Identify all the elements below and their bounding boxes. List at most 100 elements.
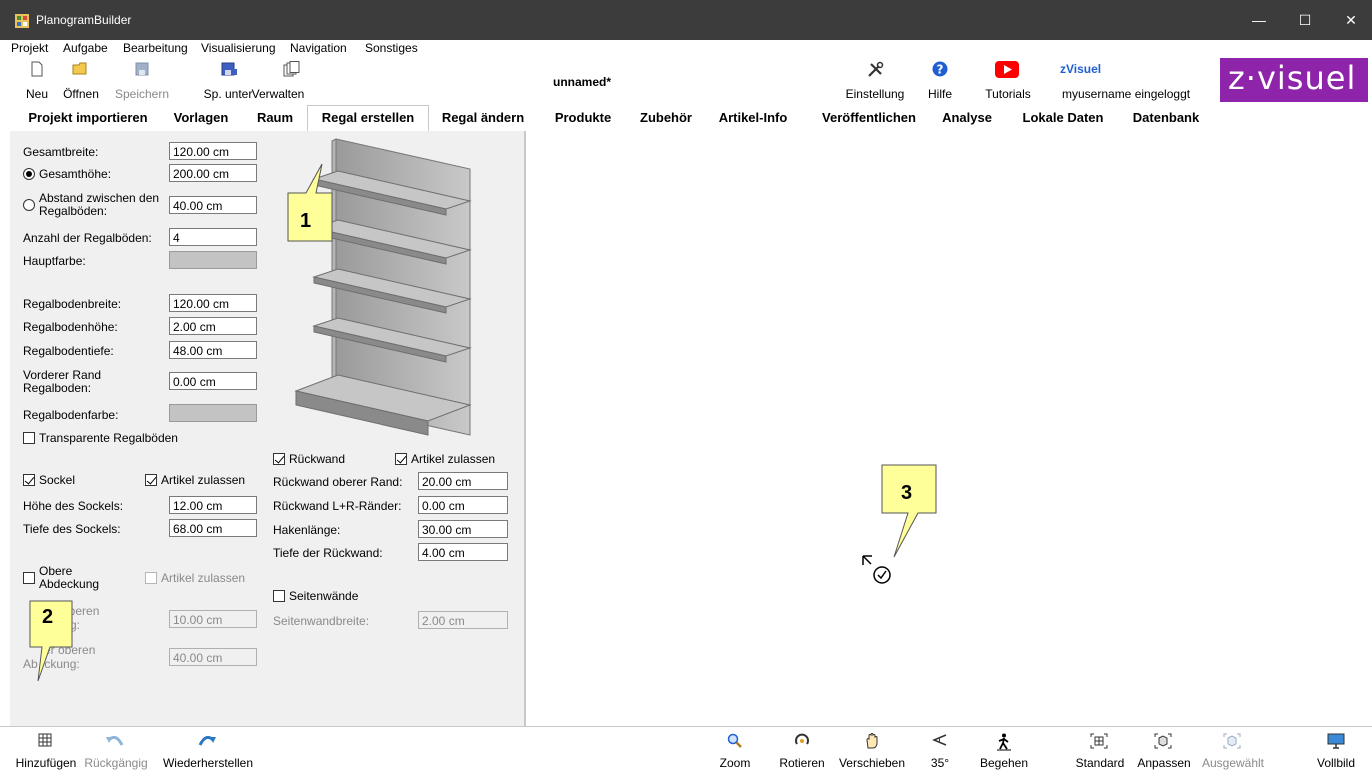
help-button[interactable]: ? Hilfe [920,57,960,103]
tab-analyse[interactable]: Analyse [937,107,997,129]
manage-label: Verwalten [251,87,305,101]
tab-projekt-importieren[interactable]: Projekt importieren [14,107,162,129]
base-checkbox[interactable] [23,474,35,486]
svg-text:?: ? [937,63,944,77]
tab-datenbank[interactable]: Datenbank [1126,107,1206,129]
main-color-swatch[interactable] [169,251,257,269]
project-name: unnamed* [553,75,612,89]
side-walls-checkbox[interactable] [273,590,285,602]
tab-regal-erstellen[interactable]: Regal erstellen [307,105,429,133]
fit-view-icon [1154,733,1172,749]
front-edge-input[interactable]: 0.00 cm [169,372,257,390]
menu-visualisierung[interactable]: Visualisierung [201,41,276,55]
settings-button[interactable]: Einstellung [840,57,910,103]
cursor-busy-icon [862,555,891,584]
shelf-width-input[interactable]: 120.00 cm [169,294,257,312]
callout-3-pointer [881,464,937,558]
toolbar: Neu Öffnen Speichern Sp. unter Verwalten… [0,57,1372,105]
new-button[interactable]: Neu [20,57,54,103]
user-brand: zVisuel [1060,62,1102,76]
back-wall-checkbox[interactable] [273,453,285,465]
menu-aufgabe[interactable]: Aufgabe [63,41,108,55]
menu-navigation[interactable]: Navigation [290,41,347,55]
fullscreen-button[interactable]: Vollbild [1306,727,1366,770]
shelf-depth-label: Regalbodentiefe: [23,344,114,358]
back-lr-input[interactable]: 0.00 cm [418,496,508,514]
transparent-checkbox[interactable] [23,432,35,444]
total-height-radio[interactable] [23,168,35,180]
base-height-label: Höhe des Sockels: [23,499,124,513]
top-cover-checkbox[interactable] [23,572,35,584]
tab-vorlagen[interactable]: Vorlagen [166,107,236,129]
shelf-depth-input[interactable]: 48.00 cm [169,341,257,359]
undo-button[interactable]: Rückgängig [84,727,148,770]
wrench-icon [868,61,884,77]
angle-button[interactable]: 35° [920,727,960,770]
menu-sonstiges[interactable]: Sonstiges [365,41,418,55]
redo-button[interactable]: Wiederherstellen [158,727,258,770]
tab-strip: Projekt importieren Vorlagen Raum Regal … [0,105,1372,133]
close-button[interactable]: ✕ [1336,8,1366,32]
tab-regal-aendern[interactable]: Regal ändern [437,107,529,129]
shelf-height-input[interactable]: 2.00 cm [169,317,257,335]
top-allow-checkbox[interactable] [145,572,157,584]
walk-button[interactable]: Begehen [976,727,1032,770]
shelf-count-input[interactable]: 4 [169,228,257,246]
back-depth-input[interactable]: 4.00 cm [418,543,508,561]
tutorials-label: Tutorials [985,87,1031,101]
side-wall-width-input[interactable]: 2.00 cm [418,611,508,629]
standard-view-label: Standard [1075,756,1125,770]
back-wall-label: Rückwand [289,452,346,466]
top-cover-a-input[interactable]: 10.00 cm [169,610,257,628]
youtube-icon [995,61,1019,78]
hook-input[interactable]: 30.00 cm [418,520,508,538]
rotate-button[interactable]: Rotieren [774,727,830,770]
base-allow-checkbox[interactable] [145,474,157,486]
fit-view-button[interactable]: Anpassen [1134,727,1194,770]
tab-artikel-info[interactable]: Artikel-Info [713,107,793,129]
callout-2-label: 2 [42,606,54,628]
top-cover-b-input[interactable]: 40.00 cm [169,648,257,666]
manage-button[interactable]: Verwalten [252,57,324,103]
tab-lokale-daten[interactable]: Lokale Daten [1017,107,1109,129]
back-top-input[interactable]: 20.00 cm [418,472,508,490]
total-width-input[interactable]: 120.00 cm [169,142,257,160]
base-depth-input[interactable]: 68.00 cm [169,519,257,537]
tab-zubehoer[interactable]: Zubehör [635,107,697,129]
spacing-label-2: Regalböden: [39,204,108,218]
hook-label: Hakenlänge: [273,523,341,537]
3d-viewport[interactable]: 3 [525,131,1368,726]
minimize-button[interactable]: — [1244,8,1274,32]
tab-produkte[interactable]: Produkte [548,107,618,129]
standard-view-button[interactable]: Standard [1070,727,1130,770]
magnifier-icon [727,733,742,748]
back-allow-checkbox[interactable] [395,453,407,465]
selected-view-button[interactable]: Ausgewählt [1198,727,1268,770]
tab-veroeffentlichen[interactable]: Veröffentlichen [814,107,924,129]
maximize-button[interactable]: ☐ [1290,8,1320,32]
open-label: Öffnen [63,87,99,101]
total-height-input[interactable]: 200.00 cm [169,164,257,182]
base-height-input[interactable]: 12.00 cm [169,496,257,514]
bottom-toolbar: Hinzufügen Rückgängig Wiederherstellen Z… [0,726,1372,770]
main-color-label: Hauptfarbe: [23,254,86,268]
shelf-color-swatch[interactable] [169,404,257,422]
grid-icon [38,733,52,747]
tab-raum[interactable]: Raum [250,107,300,129]
tutorials-button[interactable]: Tutorials [978,57,1038,103]
add-button[interactable]: Hinzufügen [14,727,78,770]
open-button[interactable]: Öffnen [58,57,104,103]
angle-label: 35° [930,756,950,770]
left-margin [0,131,10,726]
rotate-icon [795,733,809,745]
menu-bearbeitung[interactable]: Bearbeitung [123,41,188,55]
menu-projekt[interactable]: Projekt [11,41,48,55]
pan-button[interactable]: Verschieben [834,727,910,770]
spacing-input[interactable]: 40.00 cm [169,196,257,214]
shelf-height-label: Regalbodenhöhe: [23,320,118,334]
save-icon [135,62,149,76]
save-button[interactable]: Speichern [112,57,172,103]
zoom-button[interactable]: Zoom [710,727,760,770]
spacing-radio[interactable] [23,199,35,211]
base-depth-label: Tiefe des Sockels: [23,522,121,536]
